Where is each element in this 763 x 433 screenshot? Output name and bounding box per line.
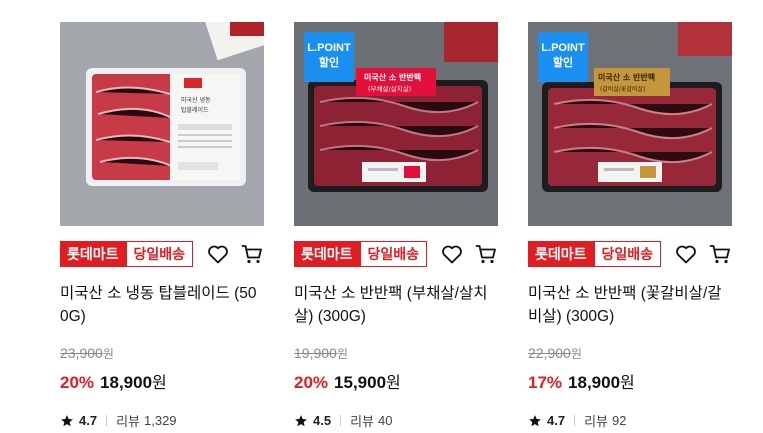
star-icon — [295, 414, 307, 426]
rating-score: 4.7 — [547, 413, 566, 428]
sale-price: 18,900 — [568, 373, 621, 392]
original-price: 22,900원 — [528, 345, 732, 362]
original-price: 19,900원 — [294, 345, 498, 362]
lpoint-discount-badge: L.POINT 할인 — [304, 32, 354, 82]
rating-score: 4.5 — [313, 413, 332, 428]
rating-row: 4.7 리뷰 1,329 — [60, 411, 264, 430]
product-card[interactable]: 미국산 소 반반팩 (갈비살/꽃갈비살) L.POINT 할인 롯데마트 당일배… — [528, 22, 732, 430]
currency: 원 — [152, 375, 167, 392]
currency: 원 — [620, 375, 635, 392]
sale-price: 18,900 — [100, 373, 153, 392]
divider — [340, 415, 342, 426]
review-count: 40 — [378, 413, 393, 428]
cart-icon[interactable] — [240, 242, 264, 266]
sale-price-row: 17% 18,900원 — [528, 369, 732, 393]
product-title[interactable]: 미국산 소 반반팩 (꽃갈비살/갈비살) (300G) — [528, 282, 732, 328]
divider — [574, 415, 576, 426]
original-price-value: 23,900 — [60, 345, 103, 361]
sale-price-row: 20% 18,900원 — [60, 369, 264, 393]
product-card[interactable]: 미국산 냉동 탑블레이드 롯데마트 당일배송 미국산 소 냉동 탑블레이드 (5… — [60, 22, 264, 430]
delivery-badge: 당일배송 — [359, 241, 428, 267]
badges-row: 롯데마트 당일배송 — [528, 240, 732, 268]
sale-price-row: 20% 15,900원 — [294, 369, 498, 393]
svg-text:미국산 소 반반팩: 미국산 소 반반팩 — [598, 72, 655, 82]
currency: 원 — [336, 347, 348, 361]
product-image[interactable]: 미국산 소 반반팩 (부채살/살치살) L.POINT 할인 — [294, 22, 498, 226]
rating-row: 4.7 리뷰 92 — [528, 411, 732, 430]
badges-row: 롯데마트 당일배송 — [60, 240, 264, 268]
currency: 원 — [386, 375, 401, 392]
review-label: 리뷰 — [584, 414, 608, 429]
currency: 원 — [570, 347, 582, 361]
review-label: 리뷰 — [350, 414, 374, 429]
rating-score: 4.7 — [79, 413, 98, 428]
store-badge: 롯데마트 — [60, 241, 126, 267]
product-image[interactable]: 미국산 소 반반팩 (갈비살/꽃갈비살) L.POINT 할인 — [528, 22, 732, 226]
svg-text:미국산 냉동: 미국산 냉동 — [181, 96, 211, 104]
package-label: 미국산 소 반반팩 — [364, 72, 421, 82]
lpoint-badge-sub: 할인 — [318, 57, 340, 69]
lpoint-badge-sub: 할인 — [552, 57, 574, 69]
rating-row: 4.5 리뷰 40 — [294, 411, 498, 430]
discount-rate: 20% — [294, 373, 329, 392]
product-title[interactable]: 미국산 소 반반팩 (부채살/살치살) (300G) — [294, 282, 498, 328]
review-count: 92 — [612, 413, 627, 428]
svg-text:(부채살/살치살): (부채살/살치살) — [368, 84, 411, 93]
discount-rate: 17% — [528, 373, 563, 392]
divider — [106, 415, 108, 426]
delivery-badge: 당일배송 — [593, 241, 662, 267]
badges-row: 롯데마트 당일배송 — [294, 240, 498, 268]
lpoint-badge-text: L.POINT — [307, 42, 351, 54]
product-image[interactable]: 미국산 냉동 탑블레이드 — [60, 22, 264, 226]
sale-price: 15,900 — [334, 373, 387, 392]
cart-icon[interactable] — [474, 242, 498, 266]
original-price-value: 22,900 — [528, 345, 571, 361]
cart-icon[interactable] — [708, 242, 732, 266]
product-title[interactable]: 미국산 소 냉동 탑블레이드 (500G) — [60, 282, 264, 328]
store-badge: 롯데마트 — [528, 241, 594, 267]
original-price-value: 19,900 — [294, 345, 337, 361]
star-icon — [529, 414, 541, 426]
currency: 원 — [102, 347, 114, 361]
heart-icon[interactable] — [674, 242, 698, 266]
lpoint-badge-text: L.POINT — [541, 42, 585, 54]
heart-icon[interactable] — [440, 242, 464, 266]
review-count: 1,329 — [144, 413, 177, 428]
heart-icon[interactable] — [206, 242, 230, 266]
svg-text:탑블레이드: 탑블레이드 — [181, 106, 209, 114]
star-icon — [61, 414, 73, 426]
review-label: 리뷰 — [116, 414, 140, 429]
store-badge: 롯데마트 — [294, 241, 360, 267]
svg-text:(갈비살/꽃갈비살): (갈비살/꽃갈비살) — [600, 85, 645, 93]
discount-rate: 20% — [60, 373, 95, 392]
original-price: 23,900원 — [60, 345, 264, 362]
delivery-badge: 당일배송 — [125, 241, 194, 267]
product-card[interactable]: 미국산 소 반반팩 (부채살/살치살) L.POINT 할인 롯데마트 당일배송… — [294, 22, 498, 430]
lpoint-discount-badge: L.POINT 할인 — [538, 32, 588, 82]
